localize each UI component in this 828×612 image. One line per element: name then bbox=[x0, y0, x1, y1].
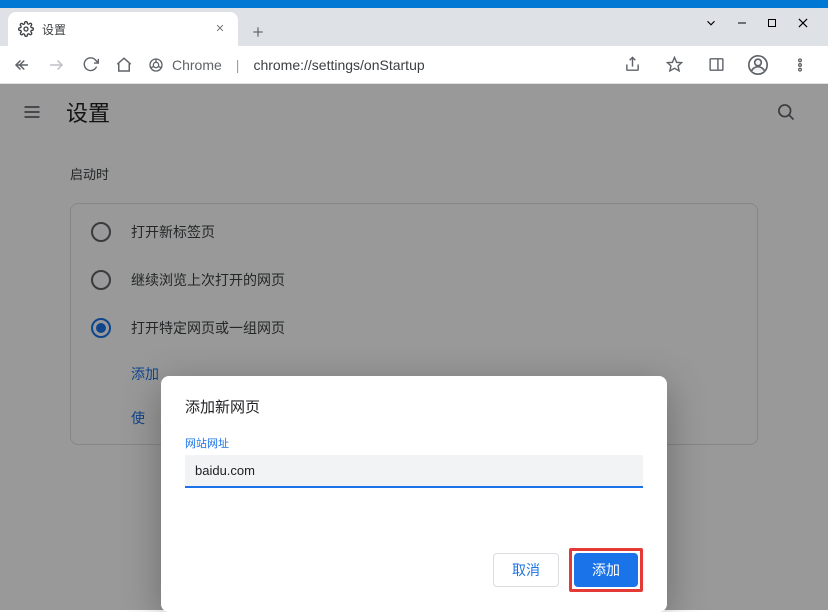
close-window-icon[interactable] bbox=[796, 16, 810, 30]
profile-icon[interactable] bbox=[744, 51, 772, 79]
url-field-label: 网站网址 bbox=[185, 435, 643, 451]
url-input[interactable] bbox=[185, 455, 643, 488]
url-host: Chrome bbox=[172, 57, 222, 73]
url-path: chrome://settings/onStartup bbox=[253, 57, 424, 73]
tab-title: 设置 bbox=[42, 21, 204, 38]
close-tab-icon[interactable] bbox=[212, 22, 228, 36]
toolbar: Chrome | chrome://settings/onStartup bbox=[0, 46, 828, 84]
home-button[interactable] bbox=[110, 51, 138, 79]
minimize-icon[interactable] bbox=[736, 17, 748, 29]
forward-button[interactable] bbox=[42, 51, 70, 79]
maximize-icon[interactable] bbox=[766, 17, 778, 29]
gear-icon bbox=[18, 21, 34, 37]
reload-button[interactable] bbox=[76, 51, 104, 79]
dialog-title: 添加新网页 bbox=[185, 396, 643, 417]
chrome-logo-icon bbox=[148, 57, 164, 73]
side-panel-icon[interactable] bbox=[702, 51, 730, 79]
tab-settings[interactable]: 设置 bbox=[8, 12, 238, 46]
bookmark-icon[interactable] bbox=[660, 51, 688, 79]
kebab-menu-icon[interactable] bbox=[786, 51, 814, 79]
highlight-annotation: 添加 bbox=[569, 548, 643, 592]
add-button[interactable]: 添加 bbox=[574, 553, 638, 587]
chevron-down-icon[interactable] bbox=[704, 16, 718, 30]
back-button[interactable] bbox=[8, 51, 36, 79]
cancel-button[interactable]: 取消 bbox=[493, 553, 559, 587]
add-page-dialog: 添加新网页 网站网址 取消 添加 bbox=[161, 376, 667, 612]
address-bar[interactable]: Chrome | chrome://settings/onStartup bbox=[144, 50, 612, 80]
share-icon[interactable] bbox=[618, 51, 646, 79]
new-tab-button[interactable] bbox=[244, 18, 272, 46]
